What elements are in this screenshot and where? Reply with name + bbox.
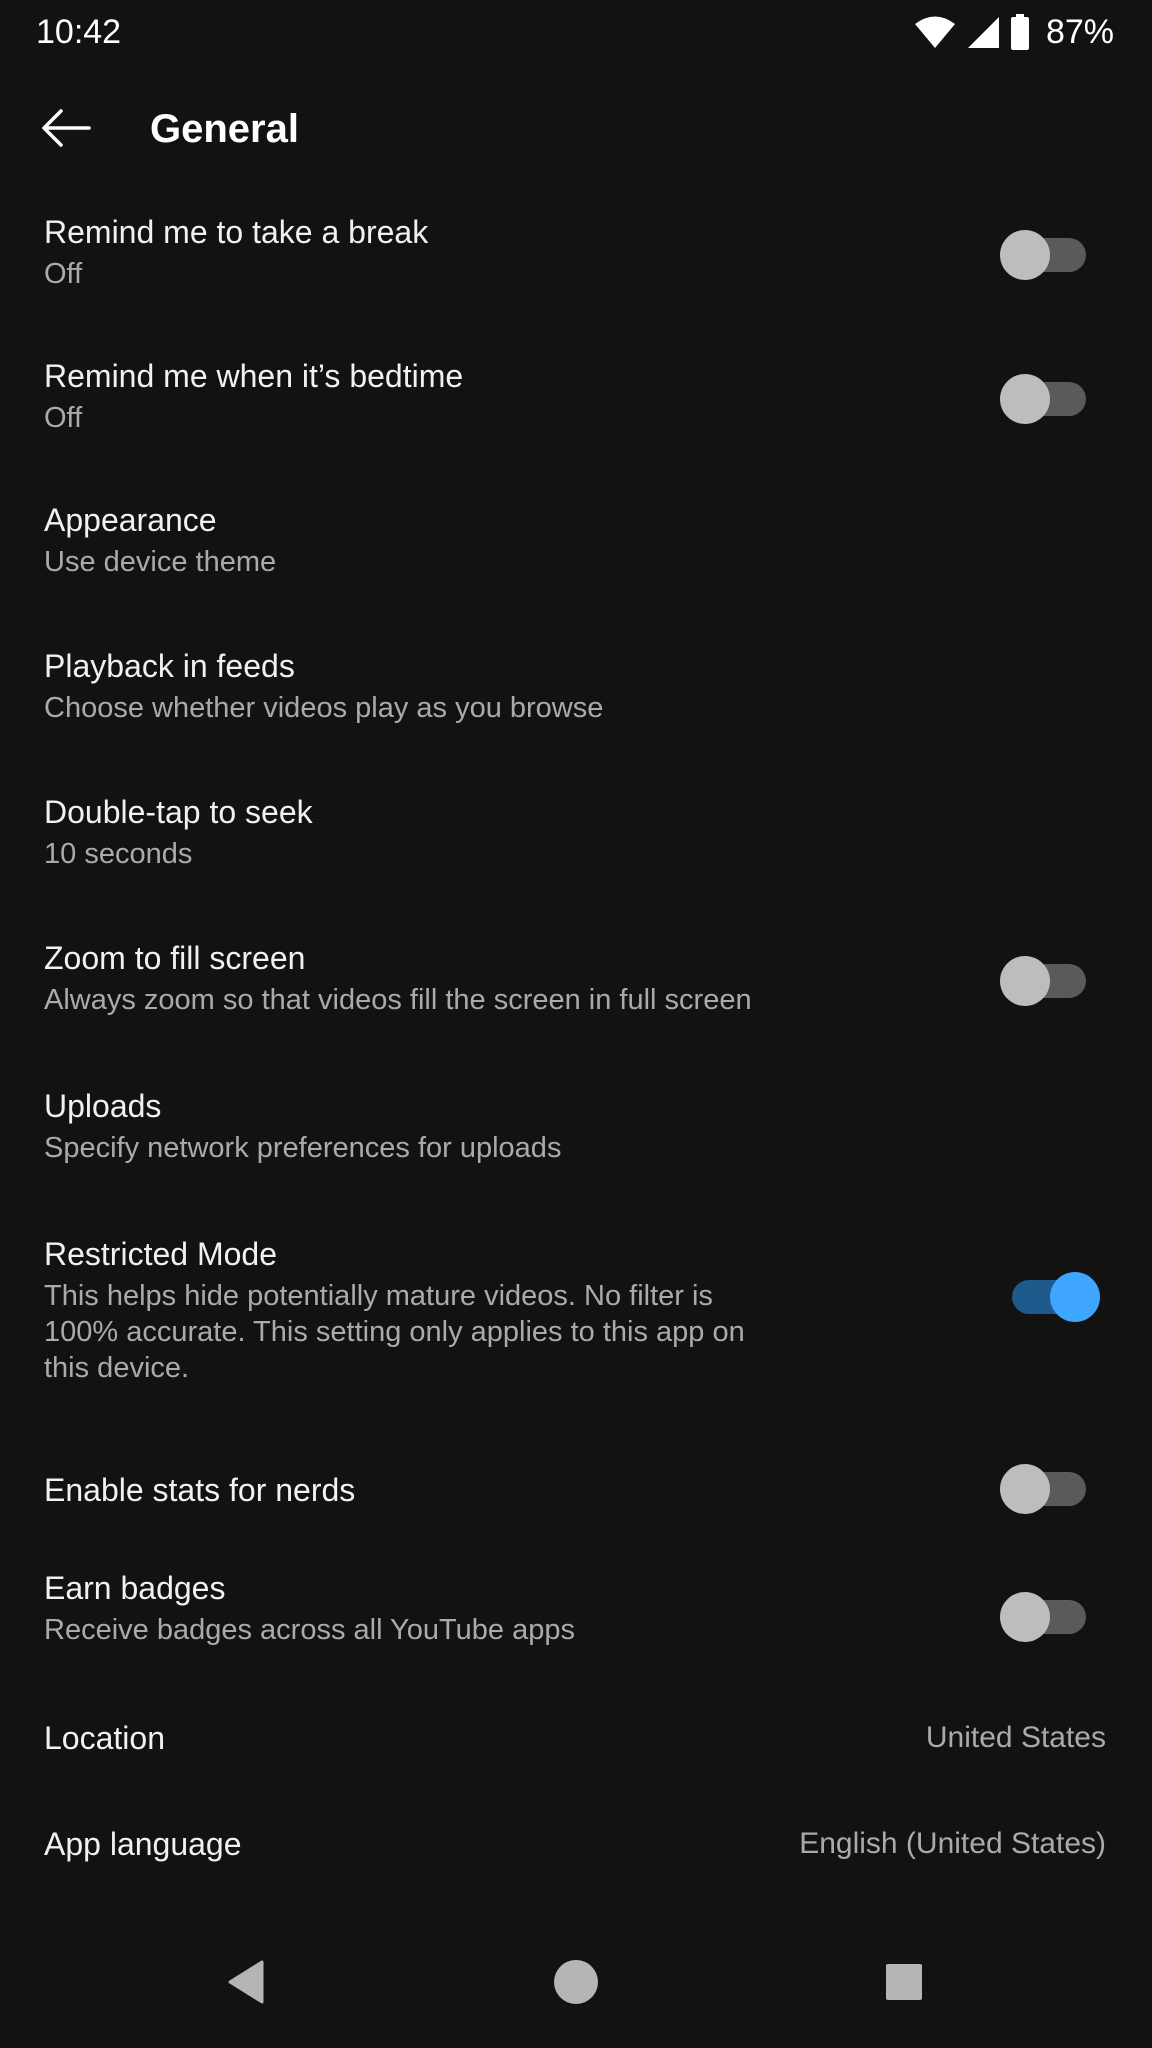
setting-subtitle: Receive badges across all YouTube apps [44,1614,575,1646]
cellular-signal-icon [966,15,1000,49]
bedtime-toggle[interactable] [1000,364,1096,424]
toggle-thumb [1000,230,1050,280]
setting-subtitle: Choose whether videos play as you browse [44,692,604,724]
setting-appearance[interactable]: Appearance Use device theme [0,480,1152,626]
battery-percent: 87% [1045,13,1114,51]
back-button[interactable] [28,92,104,168]
setting-title: Appearance [44,502,217,538]
setting-title: Restricted Mode [44,1236,277,1272]
nav-back-button[interactable] [206,1944,286,2024]
arrow-left-icon [41,108,91,153]
setting-app-language[interactable]: App language English (United States) [0,1802,1152,1910]
status-bar: 10:42 87% [0,0,1152,64]
setting-title: Remind me to take a break [44,214,429,250]
take-a-break-toggle[interactable] [1000,220,1096,280]
page-title: General [150,107,299,151]
setting-uploads[interactable]: Uploads Specify network preferences for … [0,1066,1152,1212]
setting-title: Playback in feeds [44,648,295,684]
setting-subtitle: This helps hide potentially mature video… [44,1280,745,1384]
status-time: 10:42 [36,13,122,51]
stats-for-nerds-toggle[interactable] [1000,1454,1096,1514]
toggle-thumb [1000,956,1050,1006]
earn-badges-toggle[interactable] [1000,1582,1096,1642]
setting-subtitle: Always zoom so that videos fill the scre… [44,984,752,1016]
setting-title: Remind me when it’s bedtime [44,358,464,394]
toggle-thumb [1000,1592,1050,1642]
zoom-to-fill-toggle[interactable] [1000,946,1096,1006]
setting-stats-for-nerds[interactable]: Enable stats for nerds [0,1434,1152,1546]
restricted-mode-toggle[interactable] [1000,1262,1100,1322]
setting-location[interactable]: Location United States [0,1694,1152,1802]
system-nav-bar [0,1920,1152,2048]
setting-restricted-mode[interactable]: Restricted Mode This helps hide potentia… [0,1212,1152,1434]
setting-subtitle: Off [44,258,83,290]
nav-back-icon [226,1960,266,2009]
setting-title: Earn badges [44,1570,226,1606]
setting-double-tap-to-seek[interactable]: Double-tap to seek 10 seconds [0,772,1152,918]
status-icons: 87% [914,10,1114,54]
toggle-thumb [1000,1464,1050,1514]
nav-recents-icon [884,1962,924,2007]
setting-title: App language [44,1826,242,1862]
wifi-icon [914,15,956,49]
battery-icon [1010,14,1030,50]
setting-zoom-to-fill[interactable]: Zoom to fill screen Always zoom so that … [0,918,1152,1066]
nav-home-icon [552,1958,600,2011]
setting-subtitle: 10 seconds [44,838,193,870]
location-value: United States [925,1721,1106,1754]
setting-subtitle: Off [44,402,83,434]
setting-take-a-break[interactable]: Remind me to take a break Off [0,192,1152,336]
nav-recents-button[interactable] [864,1944,944,2024]
app-language-value: English (United States) [799,1827,1106,1860]
setting-bedtime[interactable]: Remind me when it’s bedtime Off [0,336,1152,480]
setting-title: Location [44,1720,165,1756]
toggle-thumb [1050,1272,1100,1322]
toggle-thumb [1000,374,1050,424]
setting-playback-in-feeds[interactable]: Playback in feeds Choose whether videos … [0,626,1152,772]
setting-title: Uploads [44,1088,162,1124]
setting-earn-badges[interactable]: Earn badges Receive badges across all Yo… [0,1546,1152,1694]
app-bar: General [0,64,1152,192]
setting-title: Zoom to fill screen [44,940,306,976]
setting-title: Double-tap to seek [44,794,313,830]
setting-subtitle: Use device theme [44,546,277,578]
nav-home-button[interactable] [536,1944,616,2024]
setting-title: Enable stats for nerds [44,1472,356,1508]
setting-subtitle: Specify network preferences for uploads [44,1132,562,1164]
